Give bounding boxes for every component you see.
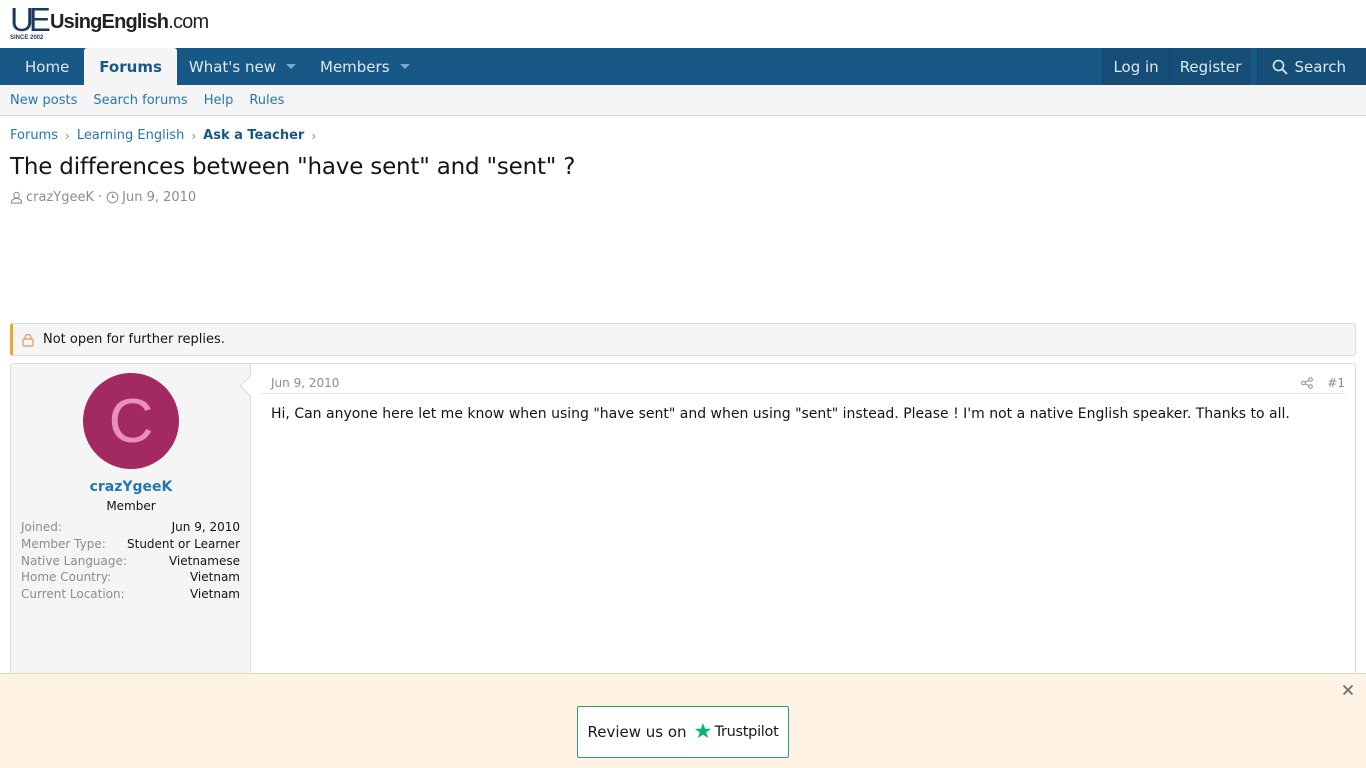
info-key: Native Language: [21, 553, 127, 568]
post-number-link[interactable]: #1 [1327, 376, 1345, 390]
logo-since: SINCE 2002 [10, 35, 44, 41]
nav-forums-label: Forums [99, 57, 162, 76]
nav-members-label: Members [320, 57, 390, 76]
info-value: Vietnam [189, 587, 240, 602]
user-info-row: Native Language: Vietnamese [21, 553, 240, 570]
post-main: Jun 9, 2010 #1 Hi, Can anyone here let m… [261, 364, 1355, 692]
chevron-right-icon: › [65, 128, 70, 143]
info-key: Home Country: [21, 570, 112, 585]
breadcrumb: Forums › Learning English › Ask a Teache… [10, 128, 323, 143]
breadcrumb-ask-a-teacher[interactable]: Ask a Teacher [203, 128, 304, 143]
chevron-down-icon[interactable] [286, 64, 296, 69]
thread-author-link[interactable]: crazYgeeK [26, 190, 94, 205]
star-icon [694, 723, 711, 739]
subnav-rules[interactable]: Rules [249, 93, 284, 108]
nav-home-label: Home [25, 57, 70, 76]
post-user-title: Member [106, 499, 156, 513]
info-key: Joined: [21, 520, 62, 534]
site-header: UE SINCE 2002 UsingEnglish.com [0, 0, 1366, 48]
info-value: Vietnamese [168, 553, 240, 568]
thread-locked-notice: Not open for further replies. [10, 323, 1356, 356]
page-title: The differences between "have sent" and … [10, 154, 576, 180]
user-info-row: Joined: Jun 9, 2010 [21, 519, 240, 536]
clock-icon [106, 191, 119, 204]
info-value: Student or Learner [127, 536, 240, 551]
nav-whats-new-label: What's new [188, 57, 276, 76]
subnav-new-posts[interactable]: New posts [10, 93, 77, 108]
info-value: Vietnam [189, 570, 240, 585]
close-icon[interactable] [1340, 682, 1356, 698]
main-nav: Home Forums What's new Members Log in Re… [0, 48, 1366, 85]
login-label: Log in [1113, 57, 1159, 76]
user-info-row: Home Country: Vietnam [21, 569, 240, 586]
post-date-link[interactable]: Jun 9, 2010 [271, 376, 339, 390]
thread-meta: crazYgeeK · Jun 9, 2010 [10, 190, 196, 205]
search-label: Search [1294, 57, 1346, 76]
subnav-search-forums[interactable]: Search forums [93, 93, 187, 108]
register-button[interactable]: Register [1168, 48, 1252, 85]
user-info: Joined: Jun 9, 2010 Member Type: Student o… [21, 519, 240, 603]
info-value: Jun 9, 2010 [171, 520, 240, 534]
logo-wordmark: UsingEnglish.com [50, 11, 209, 34]
review-prefix: Review us on [587, 723, 687, 741]
lock-icon [22, 333, 34, 347]
login-button[interactable]: Log in [1102, 48, 1169, 85]
trustpilot-review-button[interactable]: Review us on Trustpilot [577, 706, 789, 758]
post-username[interactable]: crazYgeeK [11, 479, 251, 495]
nav-forums[interactable]: Forums [84, 48, 177, 85]
logo-name: UsingEnglish [50, 11, 169, 33]
site-logo[interactable]: UE SINCE 2002 UsingEnglish.com [10, 1, 209, 43]
avatar[interactable]: C [83, 373, 179, 469]
search-button[interactable]: Search [1257, 48, 1366, 85]
post-user-panel: C crazYgeeK Member Joined: Jun 9, 2010 Me… [11, 364, 263, 692]
post-body: Hi, Can anyone here let me know when usi… [271, 406, 1290, 422]
notice-text: Not open for further replies. [43, 332, 225, 347]
sub-nav: New posts Search forums Help Rules [0, 85, 1366, 116]
breadcrumb-learning-english[interactable]: Learning English [77, 128, 185, 143]
breadcrumb-forums[interactable]: Forums [10, 128, 58, 143]
chevron-right-icon: › [191, 128, 197, 143]
nav-whats-new[interactable]: What's new [177, 48, 308, 85]
register-label: Register [1179, 57, 1242, 76]
post-arrow [239, 374, 263, 398]
nav-members[interactable]: Members [308, 48, 422, 85]
nav-home[interactable]: Home [0, 48, 84, 85]
post-1: C crazYgeeK Member Joined: Jun 9, 2010 Me… [10, 363, 1356, 693]
logo-monogram: UE [10, 1, 51, 38]
subnav-help[interactable]: Help [204, 93, 234, 108]
chevron-down-icon[interactable] [399, 64, 410, 69]
info-key: Member Type: [21, 536, 106, 551]
user-info-row: Current Location: Vietnam [21, 586, 240, 603]
meta-separator: · [98, 190, 103, 205]
logo-suffix: .com [168, 11, 209, 33]
trustpilot-brand: Trustpilot [714, 724, 779, 740]
avatar-letter: C [108, 386, 154, 456]
logo-mark: UE SINCE 2002 [10, 1, 51, 43]
user-info-row: Member Type: Student or Learner [21, 536, 240, 553]
info-key: Current Location: [21, 587, 125, 602]
trustpilot-banner: Review us on Trustpilot [0, 673, 1366, 768]
nav-account: Log in Register Search [1102, 48, 1366, 85]
user-icon [10, 191, 23, 204]
post-actions: #1 [1301, 376, 1345, 390]
post-header: Jun 9, 2010 #1 [261, 372, 1345, 394]
search-icon [1273, 59, 1288, 74]
thread-date-link[interactable]: Jun 9, 2010 [122, 190, 196, 205]
chevron-right-icon: › [311, 128, 317, 143]
share-icon[interactable] [1301, 376, 1314, 389]
